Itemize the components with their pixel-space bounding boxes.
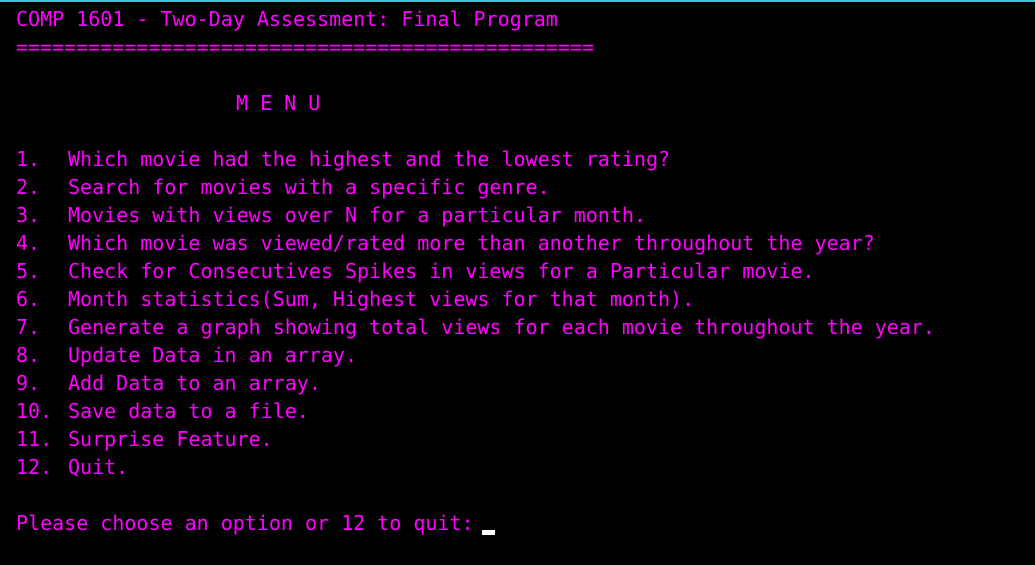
menu-item-number: 12. [16, 455, 53, 479]
menu-item-9: 9. Add Data to an array. [16, 369, 1035, 397]
menu-item-number: 2. [16, 175, 41, 199]
menu-item-number: 5. [16, 259, 41, 283]
menu-item-number: 1. [16, 147, 41, 171]
menu-item-3: 3. Movies with views over N for a particu… [16, 201, 1035, 229]
menu-item-number: 9. [16, 371, 41, 395]
menu-item-number: 7. [16, 315, 41, 339]
menu-item-7: 7. Generate a graph showing total views f… [16, 313, 1035, 341]
menu-item-label: Surprise Feature. [68, 427, 273, 451]
menu-item-number: 11. [16, 427, 53, 451]
menu-item-8: 8. Update Data in an array. [16, 341, 1035, 369]
input-prompt: Please choose an option or 12 to quit: [16, 511, 474, 535]
menu-item-label: Movies with views over N for a particula… [68, 203, 646, 227]
menu-item-number: 3. [16, 203, 41, 227]
menu-item-label: Which movie was viewed/rated more than a… [68, 231, 875, 255]
menu-item-11: 11. Surprise Feature. [16, 425, 1035, 453]
menu-item-12: 12. Quit. [16, 453, 1035, 481]
menu-item-label: Update Data in an array. [68, 343, 357, 367]
menu-item-label: Quit. [68, 455, 129, 479]
menu-item-4: 4. Which movie was viewed/rated more than… [16, 229, 1035, 257]
title-underline: ========================================… [16, 35, 594, 59]
menu-item-number: 10. [16, 399, 53, 423]
menu-item-label: Search for movies with a specific genre. [68, 175, 550, 199]
menu-item-number: 8. [16, 343, 41, 367]
menu-item-label: Generate a graph showing total views for… [68, 315, 935, 339]
menu-item-number: 6. [16, 287, 41, 311]
menu-heading: M E N U [236, 91, 321, 115]
menu-item-label: Save data to a file. [68, 399, 309, 423]
menu-item-label: Check for Consecutives Spikes in views f… [68, 259, 815, 283]
menu-item-label: Add Data to an array. [68, 371, 321, 395]
menu-item-5: 5. Check for Consecutives Spikes in views… [16, 257, 1035, 285]
terminal-window[interactable]: COMP 1601 - Two-Day Assessment: Final Pr… [0, 0, 1035, 565]
menu-item-10: 10. Save data to a file. [16, 397, 1035, 425]
menu-item-number: 4. [16, 231, 41, 255]
menu-item-1: 1. Which movie had the highest and the lo… [16, 145, 1035, 173]
block-cursor-icon[interactable] [481, 530, 495, 535]
menu-item-label: Month statistics(Sum, Highest views for … [68, 287, 695, 311]
menu-item-label: Which movie had the highest and the lowe… [68, 147, 671, 171]
menu-list: 1. Which movie had the highest and the lo… [16, 145, 1035, 481]
menu-item-6: 6. Month statistics(Sum, Highest views fo… [16, 285, 1035, 313]
menu-item-2: 2. Search for movies with a specific genr… [16, 173, 1035, 201]
input-prompt-line[interactable]: Please choose an option or 12 to quit: [16, 509, 1035, 537]
program-title: COMP 1601 - Two-Day Assessment: Final Pr… [16, 7, 558, 31]
